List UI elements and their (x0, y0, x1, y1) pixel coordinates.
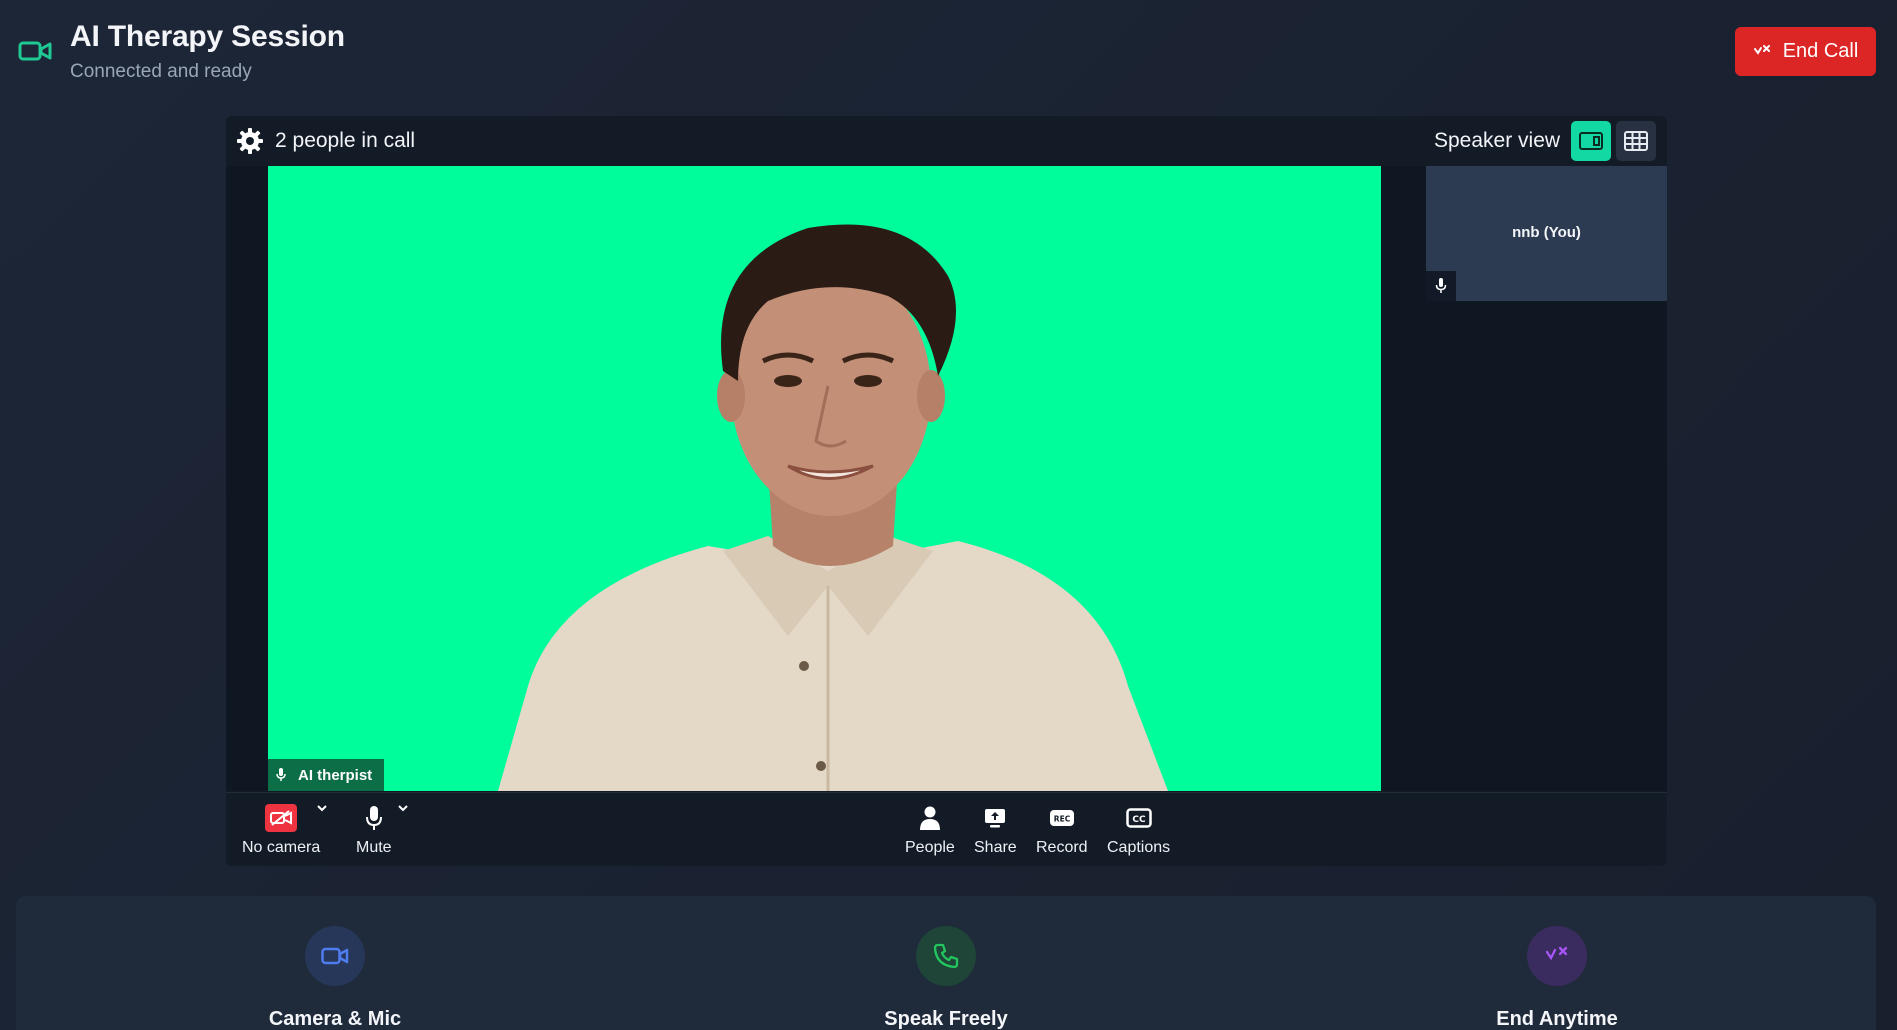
record-badge: REC (1054, 815, 1071, 824)
main-video: AI therpist (268, 166, 1381, 791)
feature-icon-circle (305, 926, 365, 986)
people-count: 2 people in call (275, 129, 416, 152)
camera-off-icon (265, 804, 298, 832)
phone-icon (933, 943, 959, 969)
captions-button[interactable]: CC Captions (1107, 803, 1170, 857)
features-panel: Camera & Mic Speak Freely End Anytime (16, 896, 1876, 1030)
view-mode-label: Speaker view (1434, 129, 1561, 152)
page-title: AI Therapy Session (70, 20, 345, 53)
participant-video (498, 224, 1168, 791)
feature-icon-circle (916, 926, 976, 986)
record-icon: REC (1049, 810, 1074, 826)
end-call-label: End Call (1782, 40, 1859, 62)
self-video-tile[interactable]: nnb (You) (1426, 166, 1667, 301)
video-stage: AI therpist nnb (You) (226, 166, 1667, 791)
speaker-view-icon (1579, 132, 1603, 150)
feature-label: Speak Freely (884, 1008, 1008, 1030)
call-window: 2 people in call Speaker view AI therpis… (226, 116, 1667, 866)
gear-icon[interactable] (236, 127, 264, 155)
people-button[interactable]: People (905, 803, 955, 857)
microphone-icon (1435, 278, 1447, 293)
phone-hangup-icon (1753, 44, 1770, 55)
people-label: People (905, 839, 955, 856)
feature-label: End Anytime (1496, 1008, 1618, 1030)
call-topbar: 2 people in call Speaker view (226, 116, 1667, 166)
record-label: Record (1036, 839, 1088, 856)
camera-toggle-label: No camera (242, 839, 321, 856)
share-screen-icon (985, 809, 1006, 828)
mute-label: Mute (356, 839, 392, 856)
camera-toggle-button[interactable]: No camera (242, 803, 320, 857)
record-button[interactable]: REC Record (1036, 803, 1088, 857)
feature-label: Camera & Mic (268, 1008, 402, 1030)
grid-view-icon (1624, 131, 1648, 151)
participant-label-ai: AI therpist (268, 759, 385, 791)
microphone-icon (276, 768, 286, 781)
mute-button[interactable]: Mute (356, 803, 392, 857)
feature-end-anytime: End Anytime (1407, 926, 1707, 1030)
share-label: Share (974, 839, 1017, 856)
feature-icon-circle (1527, 926, 1587, 986)
connection-status: Connected and ready (70, 61, 252, 82)
video-camera-icon (18, 41, 52, 61)
feature-speak-freely: Speak Freely (796, 926, 1096, 1030)
grid-view-button[interactable] (1616, 121, 1656, 161)
header: AI Therapy Session Connected and ready E… (0, 0, 1897, 100)
call-controls: No camera Mute People Share REC Record C… (226, 792, 1667, 866)
captions-badge: CC (1132, 815, 1146, 825)
feature-camera-mic: Camera & Mic (185, 926, 485, 1030)
phone-hangup-icon (1545, 946, 1568, 961)
chevron-down-icon[interactable] (315, 803, 329, 813)
speaker-view-button[interactable] (1571, 121, 1611, 161)
self-mic-indicator (1426, 271, 1456, 301)
chevron-down-icon[interactable] (396, 803, 410, 813)
microphone-icon (365, 806, 382, 830)
video-camera-icon (321, 947, 349, 965)
end-call-button[interactable]: End Call (1735, 27, 1876, 76)
captions-label: Captions (1107, 839, 1171, 856)
page: AI Therapy Session Connected and ready E… (0, 0, 1897, 1030)
share-button[interactable]: Share (974, 803, 1017, 857)
participant-name-self: nnb (You) (1512, 224, 1581, 241)
captions-icon: CC (1125, 808, 1152, 828)
person-icon (919, 806, 940, 830)
participant-name-ai: AI therpist (298, 766, 373, 784)
